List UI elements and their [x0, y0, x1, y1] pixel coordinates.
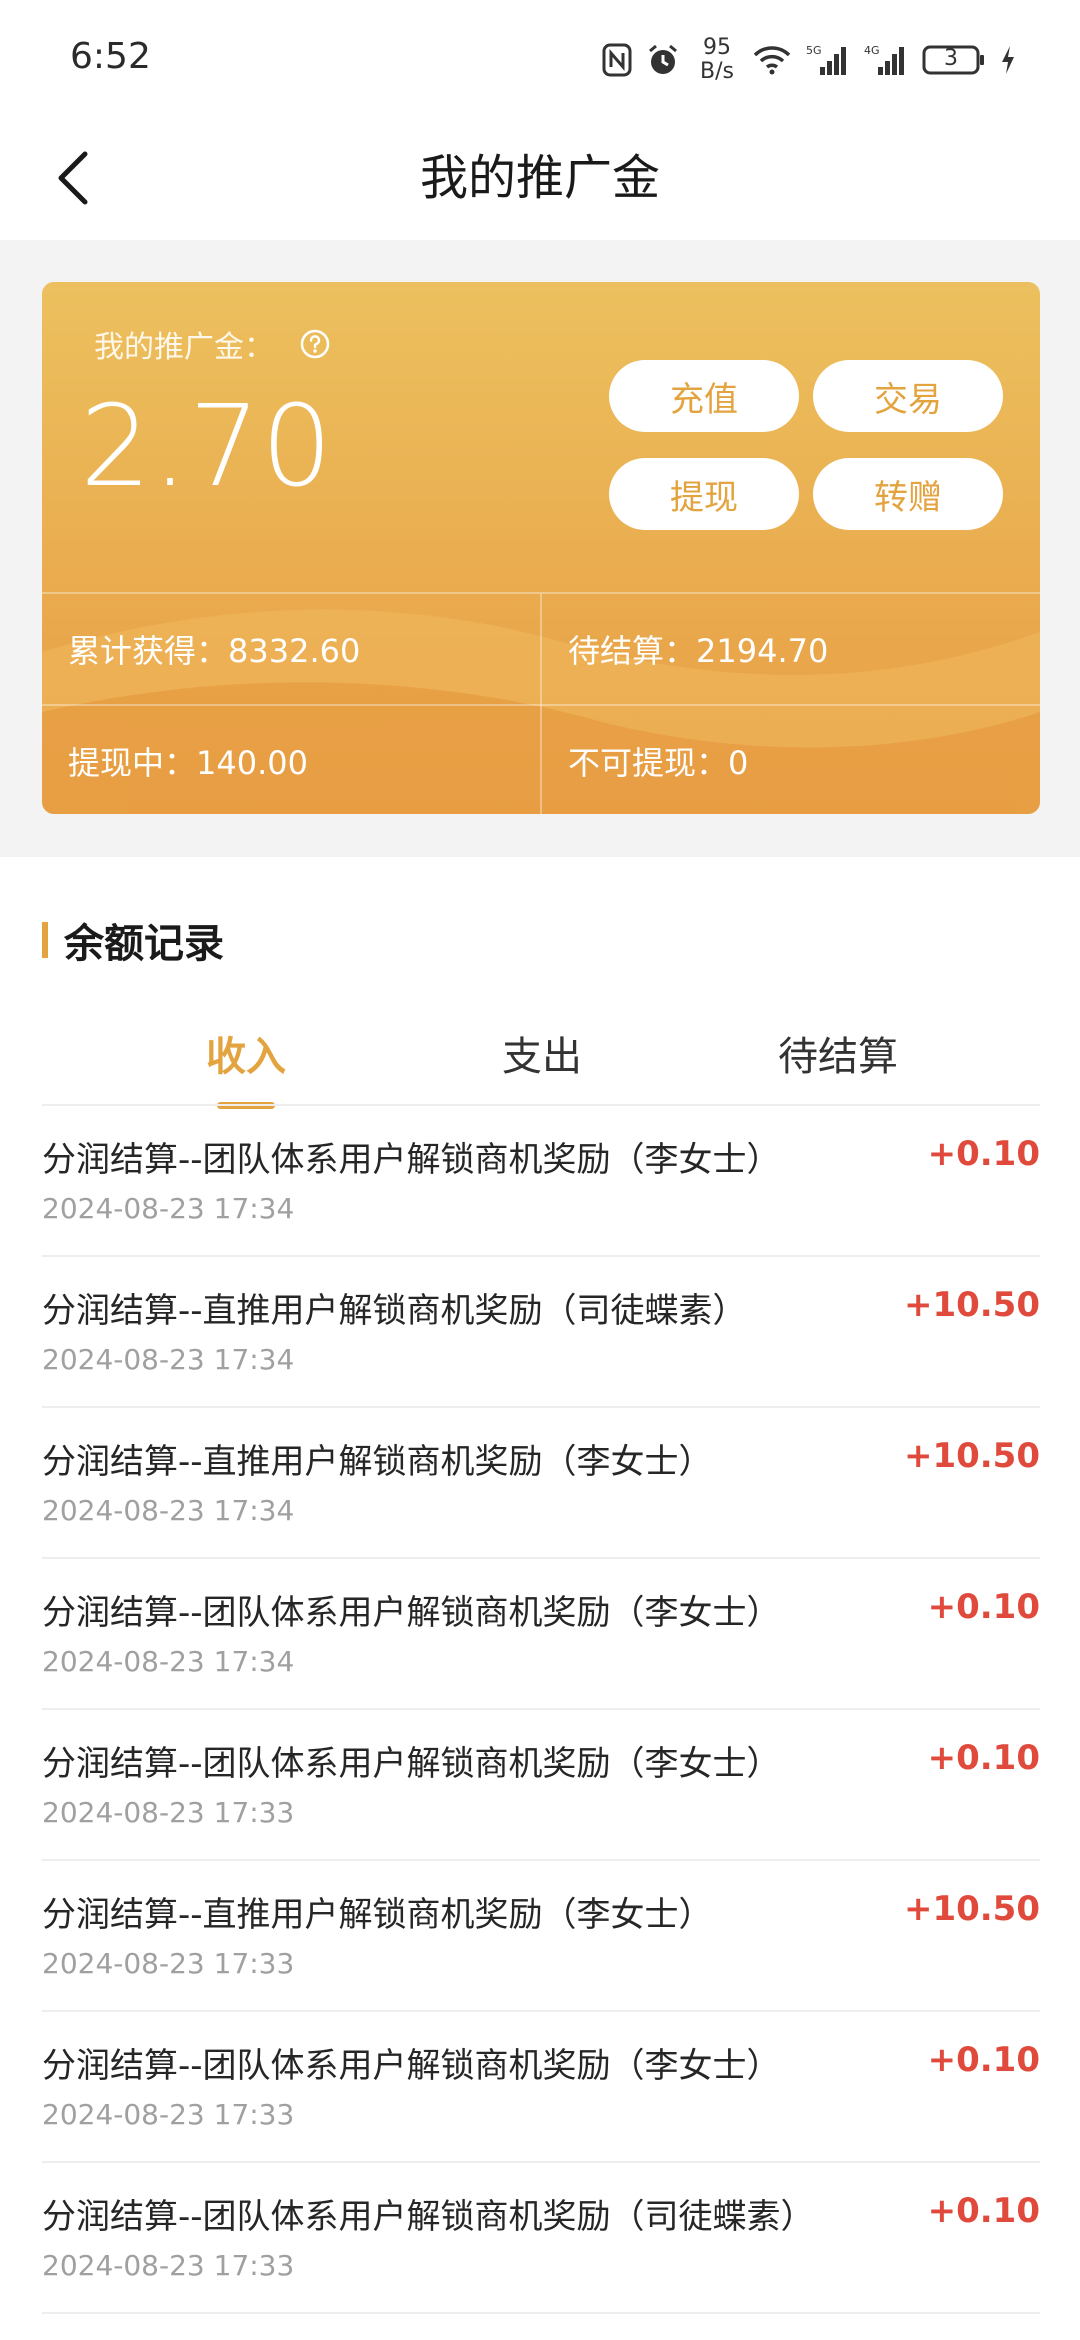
title-accent-bar: [42, 922, 48, 958]
list-item[interactable]: 分润结算--团队体系用户解锁商机奖励（李女士） 2024-08-23 17:33…: [42, 2010, 1040, 2161]
record-title: 分润结算--直推用户解锁商机奖励（李女士）: [42, 1895, 713, 1935]
record-amount: +0.10: [927, 1587, 1040, 1627]
list-item[interactable]: 分润结算--团队体系用户解锁商机奖励（李女士） 2024-08-23 17:34…: [42, 1104, 1040, 1255]
tab-expense[interactable]: 支出: [392, 1012, 692, 1102]
record-amount: +0.10: [927, 2191, 1040, 2231]
net-speed: 95 B/s: [700, 36, 734, 84]
record-title: 分润结算--团队体系用户解锁商机奖励（李女士）: [42, 1140, 781, 1180]
record-amount: +0.10: [927, 1738, 1040, 1778]
status-time: 6:52: [70, 36, 151, 77]
svg-text:4G: 4G: [864, 44, 880, 57]
stat-not-withdrawable: 不可提现：0: [542, 706, 1040, 814]
list-item[interactable]: 分润结算--直推用户解锁商机奖励（李女士） 2024-08-23 17:33 +…: [42, 1859, 1040, 2010]
list-item[interactable]: 分润结算--直推用户解锁商机奖励（李女士） 2024-08-23 17:34 +…: [42, 1406, 1040, 1557]
record-title: 分润结算--团队体系用户解锁商机奖励（李女士）: [42, 1744, 781, 1784]
status-icons: 95 B/s 5G 4G 3: [602, 30, 1016, 90]
page-title: 我的推广金: [419, 150, 660, 206]
svg-text:5G: 5G: [806, 44, 822, 57]
record-list: 分润结算--团队体系用户解锁商机奖励（李女士） 2024-08-23 17:34…: [42, 1104, 1040, 2314]
wifi-icon: [752, 44, 792, 76]
stat-pending-text: 待结算：2194.70: [568, 632, 829, 670]
record-amount: +10.50: [903, 1285, 1040, 1325]
stat-not-withdrawable-text: 不可提现：0: [568, 744, 749, 782]
help-icon[interactable]: [300, 329, 330, 359]
record-date: 2024-08-23 17:34: [42, 1645, 295, 1678]
list-divider: [42, 2312, 1040, 2314]
record-title: 分润结算--团队体系用户解锁商机奖励（李女士）: [42, 1593, 781, 1633]
trade-button[interactable]: 交易: [813, 360, 1003, 432]
charging-icon: [1000, 45, 1016, 75]
record-amount: +0.10: [927, 2040, 1040, 2080]
summary-section: 我的推广金： 2.70 充值 交易 提现 转赠 累计获得：8332.60 待结算…: [0, 240, 1080, 857]
battery-icon: 3: [922, 44, 986, 76]
record-amount: +10.50: [903, 1889, 1040, 1929]
list-item[interactable]: 分润结算--团队体系用户解锁商机奖励（李女士） 2024-08-23 17:34…: [42, 1557, 1040, 1708]
signal-icon: 4G: [864, 43, 908, 77]
balance-label-row: 我的推广金：: [94, 322, 330, 366]
record-date: 2024-08-23 17:33: [42, 1796, 295, 1829]
stat-total-earned: 累计获得：8332.60: [42, 594, 540, 704]
withdraw-button[interactable]: 提现: [609, 458, 799, 530]
section-title: 余额记录: [42, 915, 224, 967]
stat-withdrawing-text: 提现中：140.00: [68, 744, 308, 782]
list-item[interactable]: 分润结算--团队体系用户解锁商机奖励（司徒蝶素） 2024-08-23 17:3…: [42, 2161, 1040, 2312]
stats-grid: 累计获得：8332.60 待结算：2194.70 提现中：140.00 不可提现…: [42, 592, 1040, 814]
list-item[interactable]: 分润结算--直推用户解锁商机奖励（司徒蝶素） 2024-08-23 17:34 …: [42, 1255, 1040, 1406]
stat-pending: 待结算：2194.70: [542, 594, 1040, 704]
tab-income[interactable]: 收入: [96, 1012, 396, 1102]
record-title: 分润结算--团队体系用户解锁商机奖励（李女士）: [42, 2046, 781, 2086]
record-date: 2024-08-23 17:33: [42, 2098, 295, 2131]
status-bar: 6:52 95 B/s 5G 4G 3: [0, 0, 1080, 115]
record-date: 2024-08-23 17:34: [42, 1343, 295, 1376]
record-date: 2024-08-23 17:33: [42, 1947, 295, 1980]
record-date: 2024-08-23 17:33: [42, 2249, 295, 2282]
balance-amount: 2.70: [80, 382, 334, 512]
record-title: 分润结算--直推用户解锁商机奖励（司徒蝶素）: [42, 1291, 747, 1331]
promotion-balance-card: 我的推广金： 2.70 充值 交易 提现 转赠 累计获得：8332.60 待结算…: [42, 282, 1040, 814]
tab-pending[interactable]: 待结算: [688, 1012, 988, 1102]
nfc-icon: [602, 43, 632, 77]
section-title-text: 余额记录: [64, 921, 224, 967]
battery-level: 3: [944, 46, 958, 71]
stat-total-earned-text: 累计获得：8332.60: [68, 632, 361, 670]
record-date: 2024-08-23 17:34: [42, 1494, 295, 1527]
balance-label: 我的推广金：: [94, 330, 274, 365]
record-title: 分润结算--直推用户解锁商机奖励（李女士）: [42, 1442, 713, 1482]
list-item[interactable]: 分润结算--团队体系用户解锁商机奖励（李女士） 2024-08-23 17:33…: [42, 1708, 1040, 1859]
record-amount: +10.50: [903, 1436, 1040, 1476]
record-amount: +0.10: [927, 1134, 1040, 1174]
record-date: 2024-08-23 17:34: [42, 1192, 295, 1225]
net-speed-value: 95: [703, 35, 732, 60]
stat-withdrawing: 提现中：140.00: [42, 706, 540, 814]
recharge-button[interactable]: 充值: [609, 360, 799, 432]
record-title: 分润结算--团队体系用户解锁商机奖励（司徒蝶素）: [42, 2197, 815, 2237]
signal-icon: 5G: [806, 43, 850, 77]
net-speed-unit: B/s: [700, 59, 734, 84]
app-header: 我的推广金: [0, 115, 1080, 240]
transfer-button[interactable]: 转赠: [813, 458, 1003, 530]
alarm-icon: [646, 43, 680, 77]
